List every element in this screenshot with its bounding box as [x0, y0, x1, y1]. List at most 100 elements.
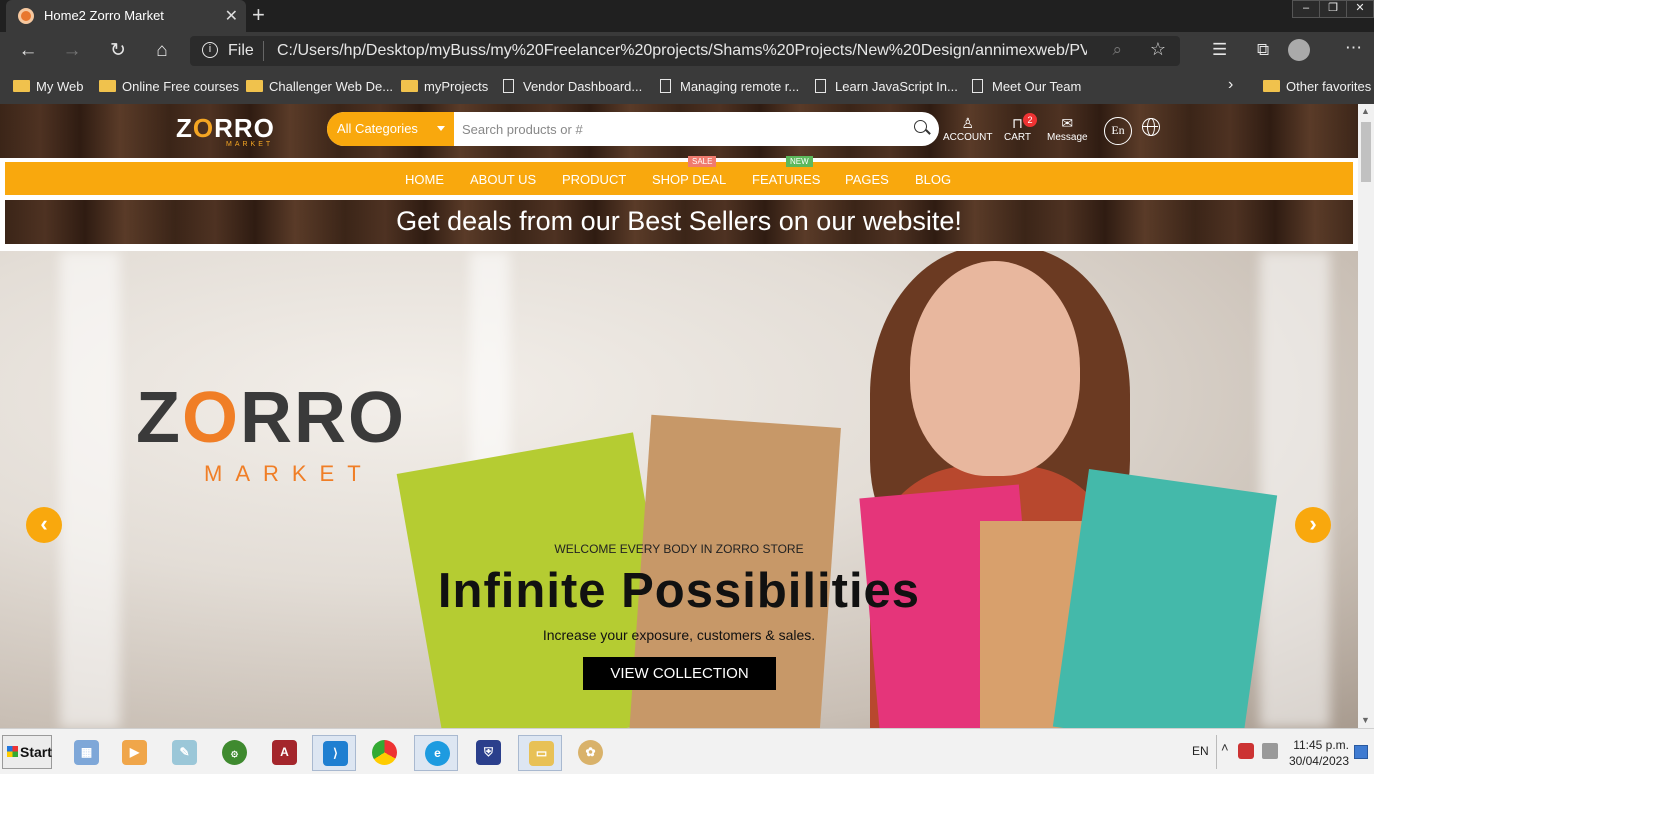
close-tab-icon[interactable]: ✕ — [225, 6, 238, 26]
favorite-label: Challenger Web De... — [269, 79, 394, 94]
input-language[interactable]: EN — [1192, 744, 1209, 758]
web-page: ZORRO MARKET All Categories ♙ ACCOUNT ⊓ … — [0, 104, 1358, 728]
search-icon[interactable] — [914, 120, 927, 133]
info-icon[interactable]: i — [202, 42, 218, 58]
hero-kicker: WELCOME EVERY BODY IN ZORRO STORE — [554, 542, 804, 556]
page-icon — [503, 79, 514, 93]
taskbar-quran[interactable]: ۞ — [212, 735, 256, 771]
scrollbar-thumb[interactable] — [1361, 122, 1371, 182]
favorite-meet-our-team[interactable]: Meet Our Team — [972, 79, 1081, 94]
taskbar-chrome[interactable] — [362, 735, 406, 771]
logo-subtext: MARKET — [226, 141, 274, 148]
nav-home[interactable]: HOME — [405, 172, 444, 187]
favorite-learn-javascript[interactable]: Learn JavaScript In... — [815, 79, 958, 94]
more-menu-icon[interactable]: ⋯ — [1345, 38, 1362, 58]
system-clock[interactable]: 11:45 p.m. 30/04/2023 — [1285, 737, 1349, 769]
back-button[interactable]: ← — [16, 40, 40, 62]
category-label: All Categories — [337, 121, 418, 136]
nav-pages[interactable]: PAGES — [845, 172, 889, 187]
new-badge: NEW — [786, 156, 813, 167]
search-bar: All Categories — [327, 112, 939, 146]
other-favorites[interactable]: Other favorites — [1263, 79, 1371, 94]
category-dropdown[interactable]: All Categories — [327, 112, 454, 146]
new-tab-button[interactable]: + — [252, 2, 265, 28]
favorite-managing-remote[interactable]: Managing remote r... — [660, 79, 799, 94]
taskbar-antivirus[interactable]: ⛨ — [466, 735, 510, 771]
scroll-up-icon[interactable]: ▲ — [1361, 106, 1370, 116]
clock-date: 30/04/2023 — [1288, 754, 1349, 768]
address-toolbar: ← → ↻ ⌂ i File C:/Users/hp/Desktop/myBus… — [0, 32, 1374, 70]
nav-shop-deal[interactable]: SHOP DEAL — [652, 172, 726, 187]
nav-blog[interactable]: BLOG — [915, 172, 951, 187]
logo-text-end: RRO — [214, 113, 275, 143]
site-logo[interactable]: ZORRO MARKET — [176, 113, 275, 148]
collections-icon[interactable]: ⧉ — [1257, 40, 1269, 60]
profile-avatar[interactable] — [1288, 39, 1310, 61]
favorite-online-free-courses[interactable]: Online Free courses — [99, 79, 239, 94]
hero-logo-subtext: MARKET — [204, 461, 374, 486]
chevron-down-icon — [437, 126, 445, 131]
browser-tab[interactable]: Home2 Zorro Market ✕ — [6, 0, 246, 32]
slider-prev-button[interactable]: ‹ — [26, 507, 62, 543]
start-button[interactable]: Start — [2, 735, 52, 769]
taskbar-calculator[interactable]: ▦ — [64, 735, 108, 771]
chrome-icon — [372, 740, 397, 765]
quran-app-icon: ۞ — [222, 740, 247, 765]
add-favorite-icon[interactable]: ☆ — [1150, 39, 1166, 60]
zoom-icon[interactable]: ⌕ — [1112, 40, 1122, 60]
cart-count-badge: 2 — [1023, 113, 1037, 127]
main-navigation: HOME ABOUT US PRODUCT SHOP DEAL SALE FEA… — [5, 156, 1353, 195]
network-disconnected-icon[interactable] — [1262, 743, 1278, 759]
restore-button[interactable]: ❐ — [1319, 0, 1347, 18]
show-desktop-button[interactable] — [1354, 745, 1368, 759]
taskbar-access[interactable]: A — [262, 735, 306, 771]
nav-about-us[interactable]: ABOUT US — [470, 172, 536, 187]
scroll-down-icon[interactable]: ▼ — [1361, 715, 1370, 725]
cart-link[interactable]: ⊓ 2 CART — [1004, 113, 1037, 143]
paint-palette-icon: ✿ — [578, 740, 603, 765]
folder-icon — [246, 80, 263, 92]
taskbar-notepad[interactable]: ✎ — [162, 735, 206, 771]
slider-next-button[interactable]: › — [1295, 507, 1331, 543]
refresh-button[interactable]: ↻ — [106, 40, 130, 62]
taskbar-vs-code[interactable]: ⟩ — [312, 735, 356, 771]
system-tray-app-icon[interactable] — [1238, 743, 1254, 759]
language-button[interactable]: En — [1104, 117, 1132, 145]
page-scrollbar[interactable]: ▲ ▼ — [1358, 104, 1374, 728]
taskbar-media-player[interactable]: ▶ — [112, 735, 156, 771]
minimize-button[interactable]: – — [1292, 0, 1320, 18]
favorites-icon[interactable]: ☰ — [1212, 40, 1227, 60]
search-input[interactable] — [462, 112, 892, 146]
tray-divider — [1216, 735, 1217, 769]
home-button[interactable]: ⌂ — [150, 40, 174, 62]
close-window-button[interactable]: ✕ — [1346, 0, 1374, 18]
favorite-label: Managing remote r... — [680, 79, 800, 94]
calculator-icon: ▦ — [74, 740, 99, 765]
account-link[interactable]: ♙ ACCOUNT — [943, 116, 992, 143]
taskbar-paint[interactable]: ✿ — [568, 735, 612, 771]
favorite-my-web[interactable]: My Web — [13, 79, 83, 94]
hero-slider: ZORRO MARKET ‹ › WELCOME EVERY BODY IN Z… — [0, 251, 1358, 728]
forward-button[interactable]: → — [60, 40, 84, 62]
favorite-myprojects[interactable]: myProjects — [401, 79, 488, 94]
show-hidden-icons-icon[interactable]: ˄ — [1221, 740, 1229, 755]
logo-text-start: Z — [176, 113, 193, 143]
taskbar-file-explorer[interactable]: ▭ — [518, 735, 562, 771]
url-text[interactable]: C:/Users/hp/Desktop/myBuss/my%20Freelanc… — [277, 42, 1087, 60]
favorite-label: Meet Our Team — [992, 79, 1082, 94]
favorites-overflow-icon[interactable]: › — [1228, 76, 1233, 94]
taskbar-edge[interactable]: e — [414, 735, 458, 771]
address-bar[interactable]: i File C:/Users/hp/Desktop/myBuss/my%20F… — [190, 36, 1180, 66]
hero-logo-end: RRO — [240, 378, 406, 458]
folder-icon — [13, 80, 30, 92]
view-collection-button[interactable]: VIEW COLLECTION — [583, 657, 776, 690]
nav-features[interactable]: FEATURES — [752, 172, 820, 187]
message-link[interactable]: ✉ Message — [1047, 116, 1088, 143]
nav-product[interactable]: PRODUCT — [562, 172, 626, 187]
favorite-vendor-dashboard[interactable]: Vendor Dashboard... — [503, 79, 642, 94]
vs-code-icon: ⟩ — [323, 741, 348, 766]
favorite-challenger[interactable]: Challenger Web De... — [246, 79, 393, 94]
edge-icon: e — [425, 741, 450, 766]
page-icon — [660, 79, 671, 93]
globe-icon[interactable] — [1142, 118, 1160, 136]
